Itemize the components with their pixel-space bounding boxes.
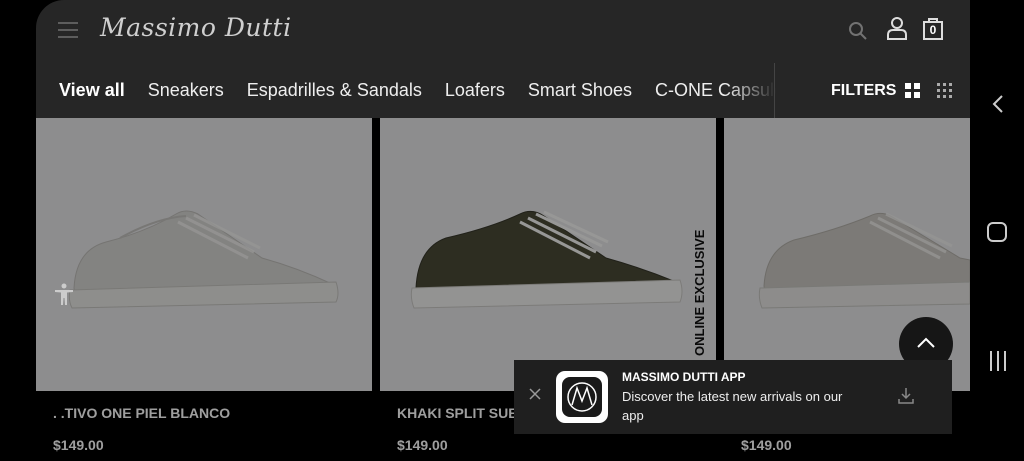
tab-sneakers[interactable]: Sneakers: [148, 63, 224, 118]
tab-view-all[interactable]: View all: [59, 63, 125, 118]
bag-count: 0: [929, 23, 937, 37]
download-icon[interactable]: [897, 387, 915, 405]
product-image[interactable]: [36, 118, 372, 391]
product-price: $149.00: [53, 437, 104, 453]
brand-logo[interactable]: Massimo Dutti: [100, 13, 292, 42]
recents-icon[interactable]: [988, 351, 1008, 371]
category-tabs: View all Sneakers Espadrilles & Sandals Loa…: [36, 63, 776, 118]
product-price: $149.00: [741, 437, 792, 453]
product-image[interactable]: ONLINE EXCLUSIVE: [380, 118, 716, 391]
app-logo-icon[interactable]: [556, 371, 608, 423]
android-nav-bar: [970, 0, 1024, 461]
shopping-bag-icon[interactable]: 0: [922, 16, 944, 40]
category-bar: View all Sneakers Espadrilles & Sandals Loa…: [36, 63, 970, 123]
tab-espadrilles-sandals[interactable]: Espadrilles & Sandals: [247, 63, 422, 118]
grid-three-column-icon[interactable]: [937, 83, 952, 98]
online-exclusive-badge: ONLINE EXCLUSIVE: [692, 229, 707, 356]
chevron-up-icon: [917, 337, 935, 348]
back-icon[interactable]: [992, 94, 1004, 114]
product-card[interactable]: . .TIVO ONE PIEL BLANCO $149.00: [36, 118, 372, 461]
accessibility-icon[interactable]: [52, 282, 76, 306]
close-icon[interactable]: [528, 387, 542, 401]
search-icon[interactable]: [848, 21, 868, 41]
banner-title: MASSIMO DUTTI APP: [622, 370, 746, 384]
tab-loafers[interactable]: Loafers: [445, 63, 505, 118]
top-bar: Massimo Dutti 0: [36, 0, 970, 63]
menu-icon[interactable]: [58, 22, 78, 38]
banner-description: Discover the latest new arrivals on our …: [622, 389, 843, 423]
tab-smart-shoes[interactable]: Smart Shoes: [528, 63, 632, 118]
tabs-divider: [774, 63, 775, 123]
tabs-fade: [726, 63, 776, 118]
grid-two-column-icon[interactable]: [905, 83, 920, 98]
app-download-banner: MASSIMO DUTTI APP Discover the latest ne…: [514, 360, 952, 434]
home-icon[interactable]: [987, 222, 1007, 242]
user-icon[interactable]: [886, 16, 908, 40]
product-price: $149.00: [397, 437, 448, 453]
product-name[interactable]: . .TIVO ONE PIEL BLANCO: [53, 405, 230, 421]
app-screen: Massimo Dutti 0 View all Sneakers Espadril…: [36, 0, 970, 461]
filters-button[interactable]: FILTERS: [831, 63, 896, 118]
